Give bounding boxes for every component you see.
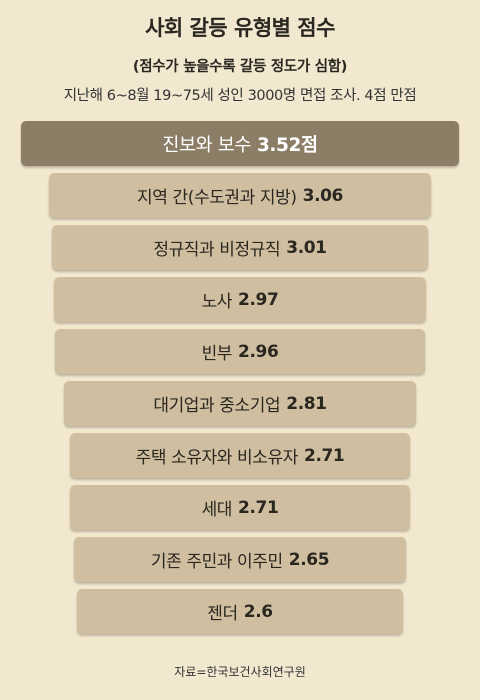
bar-value-label: 3.52점 — [256, 134, 318, 156]
bar-label: 지역 간(수도권과 지방) — [137, 188, 297, 208]
bar-10: 젠더 2.6 — [77, 589, 403, 634]
bar-chart: 진보와 보수 3.52점 지역 간(수도권과 지방) 3.06 정규직과 비정규직 3.0… — [0, 0, 480, 700]
bar-label: 기존 주민과 이주민 — [150, 552, 283, 572]
bar-3: 정규직과 비정규직 3.01 — [52, 225, 428, 270]
bar-label: 주택 소유자와 비소유자 — [135, 448, 299, 468]
bar-2: 지역 간(수도권과 지방) 3.06 — [49, 173, 431, 218]
bar-label: 노사 — [201, 292, 233, 312]
bar-label: 정규직과 비정규직 — [153, 240, 281, 260]
bar-label: 빈부 — [201, 344, 233, 364]
bar-value-label: 2.71 — [304, 445, 345, 466]
bar-value-label: 3.06 — [302, 185, 344, 206]
bar-label: 젠더 — [207, 604, 238, 624]
bar-value-label: 2.96 — [238, 341, 279, 362]
bar-label: 진보와 보수 — [162, 134, 251, 156]
bar-1: 진보와 보수 3.52점 — [21, 121, 459, 166]
source-credit: 자료=한국보건사회연구원 — [174, 665, 306, 679]
bar-9: 기존 주민과 이주민 2.65 — [73, 537, 407, 582]
bar-6: 대기업과 중소기업 2.81 — [64, 381, 416, 426]
bar-value-label: 2.81 — [286, 393, 327, 414]
bar-value-label: 2.65 — [288, 549, 330, 570]
bar-label: 대기업과 중소기업 — [153, 396, 281, 416]
bar-8: 세대 2.71 — [70, 485, 410, 530]
bar-value-label: 3.01 — [286, 237, 327, 258]
bar-value-label: 2.71 — [238, 497, 279, 518]
bar-4: 노사 2.97 — [54, 277, 426, 322]
bar-7: 주택 소유자와 비소유자 2.71 — [70, 433, 410, 478]
bar-label: 세대 — [201, 500, 233, 520]
bar-5: 빈부 2.96 — [55, 329, 425, 374]
bar-value-label: 2.6 — [243, 601, 273, 622]
bar-value-label: 2.97 — [238, 289, 279, 310]
